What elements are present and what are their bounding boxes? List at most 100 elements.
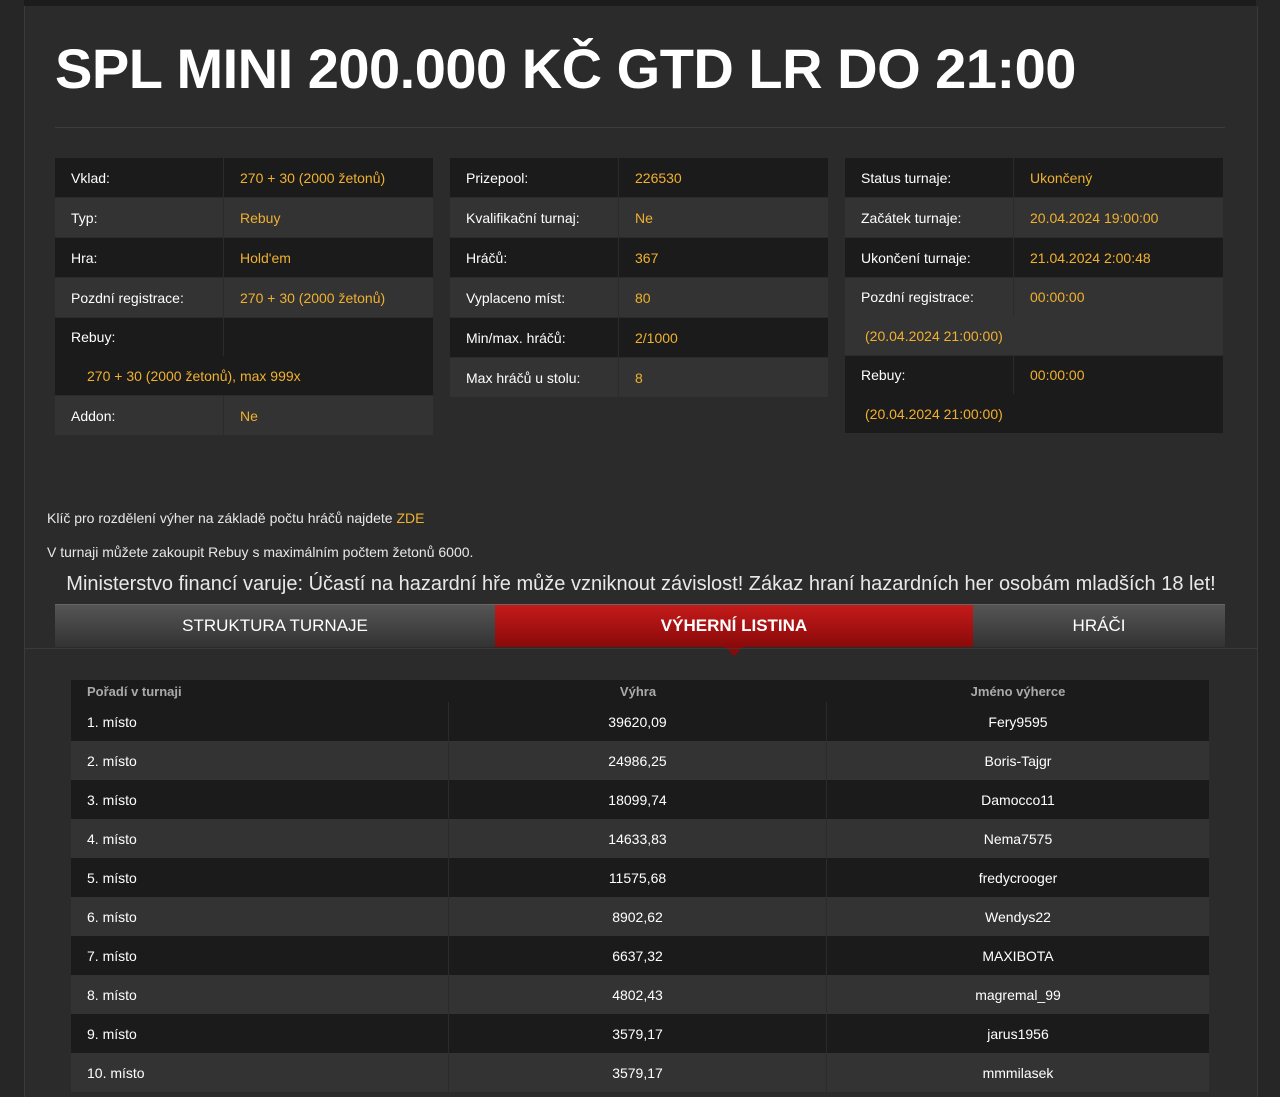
prize-cell: 8902,62: [449, 897, 827, 936]
info-value: Ukončený: [1030, 169, 1093, 186]
info-value: Ne: [635, 209, 653, 226]
info-value: 270 + 30 (2000 žetonů): [240, 169, 386, 186]
info-value: 367: [635, 249, 659, 266]
table-row: 6. místo 8902,62 Wendys22: [71, 897, 1209, 936]
table-row: 5. místo 11575,68 fredycrooger: [71, 858, 1209, 897]
info-value: Rebuy: [240, 209, 281, 226]
table-row: 9. místo 3579,17 jarus1956: [71, 1014, 1209, 1053]
prize-cell: 24986,25: [449, 741, 827, 780]
rank-cell: 8. místo: [71, 975, 449, 1014]
prize-cell: 14633,83: [449, 819, 827, 858]
tab-vyherni-listina[interactable]: VÝHERNÍ LISTINA: [495, 604, 973, 656]
prize-cell: 3579,17: [449, 1014, 827, 1053]
prize-key-link[interactable]: ZDE: [396, 510, 424, 526]
info-label: Vyplaceno míst:: [450, 278, 619, 317]
table-row: 4. místo 14633,83 Nema7575: [71, 819, 1209, 858]
info-value: 00:00:00: [1030, 367, 1085, 383]
header-winner: Jméno výherce: [970, 683, 1066, 699]
rank-cell: 9. místo: [71, 1014, 449, 1053]
tab-hraci[interactable]: HRÁČI: [973, 604, 1225, 647]
info-value: 270 + 30 (2000 žetonů): [240, 289, 386, 306]
info-row-pozdni-registrace: Pozdní registrace: 00:00:00 (20.04.2024 …: [845, 278, 1223, 356]
page-background-right: [1256, 0, 1280, 1097]
tournament-panel: SPL MINI 200.000 KČ GTD LR DO 21:00 Vkla…: [24, 6, 1258, 1097]
prize-cell: 3579,17: [449, 1053, 827, 1092]
info-table-entry: Vklad: 270 + 30 (2000 žetonů) Typ: Rebuy…: [55, 158, 433, 436]
info-label: Ukončení turnaje:: [845, 238, 1014, 277]
info-value: 20.04.2024 19:00:00: [1030, 209, 1159, 226]
info-row-rebuy: Rebuy: 270 + 30 (2000 žetonů), max 999x: [55, 318, 433, 396]
results-header: Pořadí v turnaji Výhra Jméno výherce: [71, 680, 1209, 702]
info-value-empty: [224, 318, 433, 356]
header-rank: Pořadí v turnaji: [87, 683, 182, 699]
info-label: Rebuy:: [55, 318, 224, 356]
info-value: 270 + 30 (2000 žetonů), max 999x: [87, 367, 301, 384]
gambling-warning: Ministerstvo financí varuje: Účastí na h…: [66, 573, 1216, 595]
table-row: 10. místo 3579,17 mmmilasek: [71, 1053, 1209, 1092]
rank-cell: 6. místo: [71, 897, 449, 936]
winner-cell: magremal_99: [975, 986, 1061, 1003]
prize-cell: 4802,43: [449, 975, 827, 1014]
table-row: 7. místo 6637,32 MAXIBOTA: [71, 936, 1209, 975]
info-row-prizepool: Prizepool: 226530: [450, 158, 828, 198]
info-row-zacatek: Začátek turnaje: 20.04.2024 19:00:00: [845, 198, 1223, 238]
winner-cell: MAXIBOTA: [982, 947, 1054, 964]
info-label: Addon:: [55, 396, 224, 435]
winner-cell: Fery9595: [988, 713, 1048, 730]
tab-bar: STRUKTURA TURNAJE VÝHERNÍ LISTINA HRÁČI: [55, 604, 1225, 656]
winner-cell: fredycrooger: [978, 869, 1058, 886]
page-background-left: [0, 0, 24, 1097]
tab-struktura-turnaje[interactable]: STRUKTURA TURNAJE: [55, 604, 495, 647]
info-row-kvalifikacni: Kvalifikační turnaj: Ne: [450, 198, 828, 238]
title-divider: [55, 127, 1225, 128]
info-label: Typ:: [55, 198, 224, 237]
info-value: Ne: [240, 407, 258, 424]
info-label: Vklad:: [55, 158, 224, 197]
info-row-rebuy: Rebuy: 00:00:00 (20.04.2024 21:00:00): [845, 356, 1223, 434]
rebuy-note: V turnaji můžete zakoupit Rebuy s maximá…: [47, 544, 474, 560]
prize-cell: 11575,68: [449, 858, 827, 897]
table-row: 2. místo 24986,25 Boris-Tajgr: [71, 741, 1209, 780]
info-value: 00:00:00: [1030, 289, 1085, 305]
info-label: Pozdní registrace:: [845, 278, 1014, 316]
info-value: 8: [635, 369, 643, 386]
header-prize: Výhra: [619, 683, 657, 699]
info-row-hracu: Hráčů: 367: [450, 238, 828, 278]
info-row-pozdni-registrace: Pozdní registrace: 270 + 30 (2000 žetonů…: [55, 278, 433, 318]
info-label: Hráčů:: [450, 238, 619, 277]
results-body: 1. místo 39620,09 Fery9595 2. místo 24986,25…: [71, 702, 1209, 1092]
winner-cell: Nema7575: [983, 830, 1053, 847]
info-row-min-max: Min/max. hráčů: 2/1000: [450, 318, 828, 358]
info-label: Kvalifikační turnaj:: [450, 198, 619, 237]
info-row-typ: Typ: Rebuy: [55, 198, 433, 238]
prize-cell: 18099,74: [449, 780, 827, 819]
results-table: Pořadí v turnaji Výhra Jméno výherce 1. …: [71, 680, 1209, 1092]
info-table-status: Status turnaje: Ukončený Začátek turnaje…: [845, 158, 1223, 434]
info-label: Status turnaje:: [845, 158, 1014, 197]
table-row: 8. místo 4802,43 magremal_99: [71, 975, 1209, 1014]
info-label: Začátek turnaje:: [845, 198, 1014, 237]
info-subvalue: (20.04.2024 21:00:00): [865, 405, 1003, 422]
info-subvalue: (20.04.2024 21:00:00): [865, 327, 1003, 344]
winner-cell: jarus1956: [987, 1025, 1049, 1042]
winner-cell: Damocco11: [981, 791, 1055, 808]
winner-cell: mmmilasek: [982, 1064, 1054, 1081]
info-table-prizes: Prizepool: 226530 Kvalifikační turnaj: N…: [450, 158, 828, 398]
prize-key-note: Klíč pro rozdělení výher na základě počt…: [47, 510, 424, 526]
rank-cell: 2. místo: [71, 741, 449, 780]
rank-cell: 10. místo: [71, 1053, 449, 1092]
info-row-vklad: Vklad: 270 + 30 (2000 žetonů): [55, 158, 433, 198]
info-label: Min/max. hráčů:: [450, 318, 619, 357]
rank-cell: 3. místo: [71, 780, 449, 819]
info-row-hra: Hra: Hold'em: [55, 238, 433, 278]
info-label: Hra:: [55, 238, 224, 277]
winner-cell: Wendys22: [985, 908, 1051, 925]
info-row-vyplaceno: Vyplaceno míst: 80: [450, 278, 828, 318]
info-value: 226530: [635, 169, 682, 186]
prize-cell: 6637,32: [449, 936, 827, 975]
table-row: 1. místo 39620,09 Fery9595: [71, 702, 1209, 741]
info-label: Prizepool:: [450, 158, 619, 197]
info-label: Max hráčů u stolu:: [450, 358, 619, 397]
rank-cell: 1. místo: [71, 702, 449, 741]
info-label: Rebuy:: [845, 356, 1014, 394]
